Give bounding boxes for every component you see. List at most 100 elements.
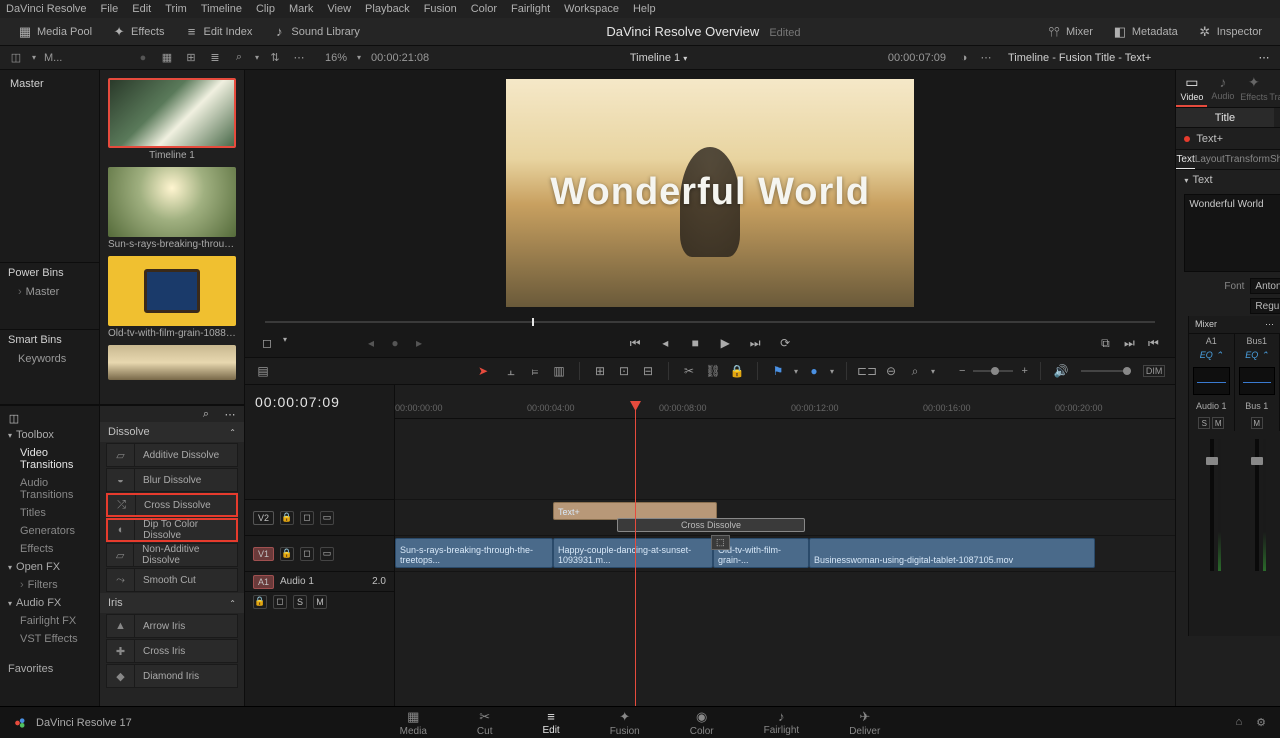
next-edit-icon[interactable]: ⏭	[1121, 335, 1137, 351]
playhead[interactable]	[635, 401, 636, 706]
disable-track-icon[interactable]: ▭	[320, 511, 334, 525]
inspector-toggle[interactable]: ✲Inspector	[1188, 25, 1272, 39]
font-style-select[interactable]: Regular▾	[1250, 298, 1280, 314]
lock-track-icon[interactable]: 🔒	[280, 547, 294, 561]
fx-more-icon[interactable]: ⋯	[222, 406, 238, 422]
bypass-icon[interactable]: ◑	[956, 50, 972, 66]
blade-tool-icon[interactable]: ▥	[551, 363, 567, 379]
title-text-input[interactable]: Wonderful World	[1184, 194, 1280, 272]
iris-group-header[interactable]: Iris⌃	[100, 593, 244, 613]
zoom-level[interactable]: 16%	[325, 52, 347, 64]
timeline-tracks[interactable]: 00:00:00:00 00:00:04:00 00:00:08:00 00:0…	[395, 385, 1175, 706]
power-bin-master[interactable]: ›Master	[0, 283, 99, 301]
fx-video-transitions[interactable]: Video Transitions	[0, 444, 99, 474]
fx-generators[interactable]: Generators	[0, 522, 99, 540]
play-icon[interactable]: ▶	[717, 335, 733, 351]
menu-fairlight[interactable]: Fairlight	[511, 3, 550, 15]
menu-view[interactable]: View	[327, 3, 351, 15]
mixer-more-icon[interactable]: ⋯	[1265, 319, 1274, 330]
marker-dot-icon[interactable]: ●	[387, 335, 403, 351]
metadata-toggle[interactable]: ◧Metadata	[1103, 25, 1188, 39]
mute-button[interactable]: M	[1251, 417, 1263, 429]
timeline-view-icon[interactable]: ▤	[255, 363, 271, 379]
inspector-tab-audio[interactable]: ♪Audio	[1207, 70, 1238, 107]
menu-clip[interactable]: Clip	[256, 3, 275, 15]
smart-bins-header[interactable]: Smart Bins	[0, 329, 99, 350]
replace-clip-icon[interactable]: ⊟	[640, 363, 656, 379]
menu-mark[interactable]: Mark	[289, 3, 313, 15]
mute-button[interactable]: M	[1212, 417, 1224, 429]
prop-tab-layout[interactable]: Layout	[1195, 150, 1225, 169]
razor-icon[interactable]: ✂	[681, 363, 697, 379]
inspector-subtab-title[interactable]: Title	[1176, 108, 1273, 127]
timeline-ruler[interactable]: 00:00:00:00 00:00:04:00 00:00:08:00 00:0…	[395, 401, 1175, 419]
inspector-node-header[interactable]: Text+ ✧ ↺	[1176, 128, 1280, 150]
page-tab-color[interactable]: ◉Color	[690, 709, 714, 737]
view-list-icon[interactable]: ≣	[207, 50, 223, 66]
fx-vst[interactable]: VST Effects	[0, 630, 99, 648]
sound-library-toggle[interactable]: ♪Sound Library	[262, 25, 370, 39]
inspector-tab-transition[interactable]: ⤮Transition	[1269, 70, 1280, 107]
zoom-fit-icon[interactable]: ⌕	[907, 363, 923, 379]
transition-additive-dissolve[interactable]: ▱Additive Dissolve	[106, 443, 238, 467]
page-tab-edit[interactable]: ≡Edit	[542, 709, 559, 737]
toolbox-header[interactable]: ▾Toolbox	[0, 426, 99, 444]
track-header-a1[interactable]: A1 Audio 1 2.0	[245, 571, 394, 591]
view-thumb-icon[interactable]: ▦	[159, 50, 175, 66]
prop-tab-transform[interactable]: Transform	[1225, 150, 1270, 169]
link-icon[interactable]: ⛓	[705, 363, 721, 379]
sort-icon[interactable]: ⇅	[267, 50, 283, 66]
disable-track-icon[interactable]: ▭	[320, 547, 334, 561]
track-v2[interactable]: Text+ Cross Dissolve	[395, 499, 1175, 535]
prop-tab-text[interactable]: Text	[1176, 150, 1194, 169]
eq-graph[interactable]	[1239, 367, 1276, 395]
track-header-a1-sub[interactable]: 🔒 ◻ S M	[245, 591, 394, 611]
volume-icon[interactable]: 🔊	[1053, 363, 1069, 379]
clip-thumb[interactable]	[108, 345, 236, 380]
track-header-v2[interactable]: V2 🔒 ◻ ▭	[245, 499, 394, 535]
effects-toggle[interactable]: ✦Effects	[102, 25, 174, 39]
clip-thumb[interactable]: Old-tv-with-film-grain-1088792.mov	[108, 256, 236, 339]
menu-workspace[interactable]: Workspace	[564, 3, 619, 15]
page-tab-deliver[interactable]: ✈Deliver	[849, 709, 880, 737]
snap-icon[interactable]: ⊏⊐	[859, 363, 875, 379]
inspector-more-icon[interactable]: ⋯	[1256, 50, 1272, 66]
fx-filters[interactable]: ›Filters	[0, 576, 99, 594]
trim-tool-icon[interactable]: ⫠	[503, 363, 519, 379]
track-header-v1[interactable]: V1 🔒 ◻ ▭	[245, 535, 394, 571]
inspector-tab-video[interactable]: ▭Video	[1176, 70, 1207, 107]
zoom-in-icon[interactable]: +	[1021, 365, 1027, 377]
fx-audio-transitions[interactable]: Audio Transitions	[0, 474, 99, 504]
text-section-header[interactable]: ▾Text	[1176, 170, 1280, 190]
selection-tool-icon[interactable]: ➤	[475, 363, 491, 379]
inspector-tab-effects[interactable]: ✦Effects	[1238, 70, 1269, 107]
fader-bus1[interactable]	[1235, 435, 1280, 575]
zoom-out-icon[interactable]: −	[959, 365, 965, 377]
transition-diamond-iris[interactable]: ◆Diamond Iris	[106, 664, 238, 688]
auto-select-icon[interactable]: ◻	[273, 595, 287, 609]
lock-track-icon[interactable]: 🔒	[253, 595, 267, 609]
auto-select-icon[interactable]: ◻	[300, 547, 314, 561]
dim-button[interactable]: DIM	[1143, 365, 1166, 377]
search-icon[interactable]: ⌕	[231, 50, 247, 66]
last-edit-icon[interactable]: ⏮	[1145, 335, 1161, 351]
go-end-icon[interactable]: ⏭	[747, 335, 763, 351]
zoom-slider-icon[interactable]: ⊖	[883, 363, 899, 379]
menu-app[interactable]: DaVinci Resolve	[6, 3, 87, 15]
clip[interactable]: Sun-s-rays-breaking-through-the-treetops…	[395, 538, 553, 568]
fx-panel-icon[interactable]: ◫	[6, 410, 22, 426]
lock-icon[interactable]: 🔒	[729, 363, 745, 379]
more-icon[interactable]: ⋯	[291, 50, 307, 66]
fx-effects[interactable]: Effects	[0, 540, 99, 558]
prop-tab-shading[interactable]: Shading	[1270, 150, 1280, 169]
eq-label[interactable]: EQ ⌃	[1235, 348, 1280, 363]
solo-icon[interactable]: S	[293, 595, 307, 609]
transition-cross-iris[interactable]: ✚Cross Iris	[106, 639, 238, 663]
overwrite-clip-icon[interactable]: ⊡	[616, 363, 632, 379]
match-frame-icon[interactable]: ⧉	[1097, 335, 1113, 351]
viewer-more-icon[interactable]: ⋯	[978, 50, 994, 66]
transition-drop[interactable]: Cross Dissolve	[617, 518, 805, 532]
flag-icon[interactable]: ⚑	[770, 363, 786, 379]
prev-marker-icon[interactable]: ◂	[363, 335, 379, 351]
view-grid-icon[interactable]: ⊞	[183, 50, 199, 66]
